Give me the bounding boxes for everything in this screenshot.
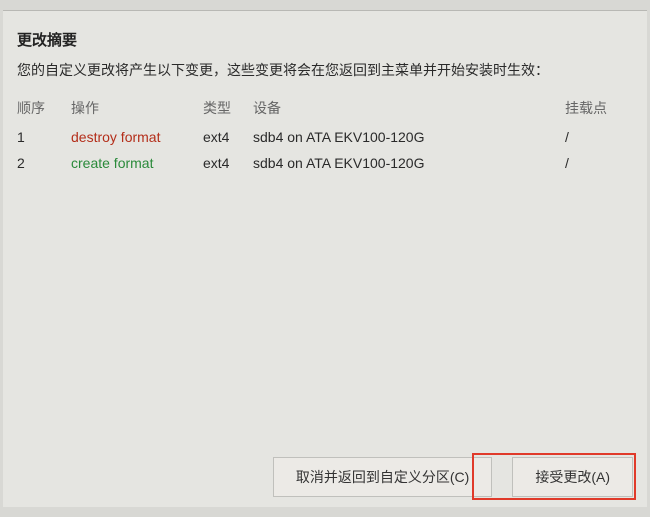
- summary-dialog: 更改摘要 您的自定义更改将产生以下变更，这些变更将会在您返回到主菜单并开始安装时…: [3, 10, 647, 507]
- table-row: 1 destroy format ext4 sdb4 on ATA EKV100…: [3, 124, 647, 150]
- cell-seq: 1: [17, 129, 71, 145]
- dialog-description: 您的自定义更改将产生以下变更，这些变更将会在您返回到主菜单并开始安装时生效：: [3, 60, 647, 94]
- accept-button[interactable]: 接受更改(A): [512, 457, 633, 497]
- cell-mount: /: [565, 129, 633, 145]
- cell-mount: /: [565, 155, 633, 171]
- changes-table: 顺序 操作 类型 设备 挂载点 1 destroy format ext4 sd…: [3, 94, 647, 176]
- dialog-footer: 取消并返回到自定义分区(C) 接受更改(A): [17, 457, 633, 497]
- cell-op-create: create format: [71, 155, 203, 171]
- col-header-op: 操作: [71, 98, 203, 118]
- cell-device: sdb4 on ATA EKV100-120G: [253, 129, 565, 145]
- col-header-mount: 挂载点: [565, 98, 633, 118]
- cell-seq: 2: [17, 155, 71, 171]
- col-header-device: 设备: [253, 98, 565, 118]
- cancel-button[interactable]: 取消并返回到自定义分区(C): [273, 457, 492, 497]
- col-header-type: 类型: [203, 98, 253, 118]
- cell-type: ext4: [203, 129, 253, 145]
- dialog-title: 更改摘要: [3, 11, 647, 60]
- cell-op-destroy: destroy format: [71, 129, 203, 145]
- table-header: 顺序 操作 类型 设备 挂载点: [3, 94, 647, 124]
- col-header-seq: 顺序: [17, 98, 71, 118]
- table-row: 2 create format ext4 sdb4 on ATA EKV100-…: [3, 150, 647, 176]
- cell-device: sdb4 on ATA EKV100-120G: [253, 155, 565, 171]
- cell-type: ext4: [203, 155, 253, 171]
